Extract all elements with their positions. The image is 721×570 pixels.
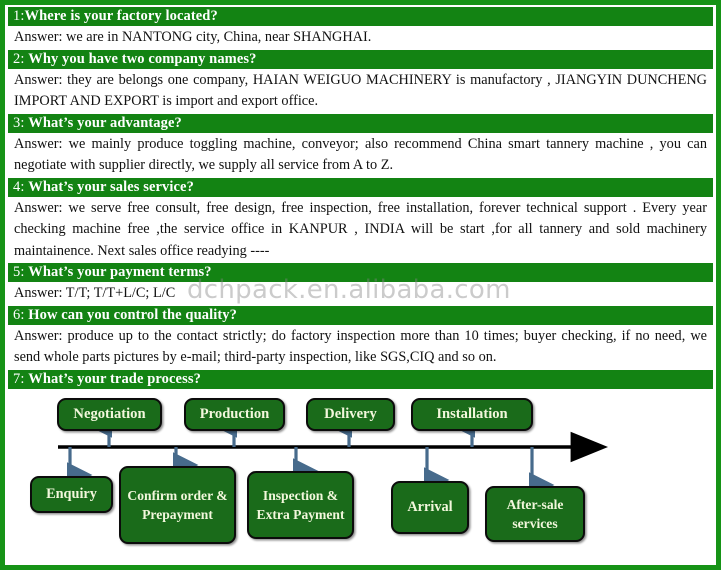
flow-box-arrival[interactable]: Arrival [391,480,469,534]
faq-question-number-4: 4: [13,178,25,195]
faq-answer-6: Answer: produce up to the contact strict… [8,324,713,370]
flow-box-installation[interactable]: Installation [411,397,533,431]
faq-answer-4: Answer: we serve free consult, free desi… [8,196,713,263]
flow-box-enquiry[interactable]: Enquiry [30,475,113,513]
faq-question-text-6: How can you control the quality? [28,306,237,323]
faq-item-2: 2: Why you have two company names? Answe… [8,49,713,114]
faq-question-bar-6: 6: How can you control the quality? [8,305,713,325]
faq-question-number-1: 1: [13,8,25,24]
faq-question-text-5: What’s your payment terms? [28,264,212,280]
faq-item-4: 4: What’s your sales service? Answer: we… [8,177,713,263]
faq-question-bar-1: 1:Where is your factory located? [8,7,713,26]
flow-box-confirm-order[interactable]: Confirm order & Prepayment [119,465,236,544]
faq-question-bar-2: 2: Why you have two company names? [8,49,713,69]
faq-question-text-3: What’s your advantage? [28,114,182,131]
faq-question-number-5: 5: [13,264,25,280]
faq-question-number-3: 3: [13,114,25,131]
faq-item-5: 5: What’s your payment terms? Answer: T/… [8,263,713,306]
faq-item-7: 7: What’s your trade process? [8,369,713,389]
faq-question-text-1: Where is your factory located? [24,8,218,24]
flow-box-negotiation[interactable]: Negotiation [57,397,162,431]
faq-question-number-2: 2: [13,50,25,67]
faq-question-text-4: What’s your sales service? [28,178,194,195]
trade-process-flowchart: Negotiation Production Delivery Installa… [8,388,713,565]
faq-question-text-2: Why you have two company names? [28,50,257,67]
flow-box-after-sale[interactable]: After-sale services [485,485,585,542]
faq-answer-5: Answer: T/T; T/T+L/C; L/C [8,282,713,306]
faq-item-3: 3: What’s your advantage? Answer: we mai… [8,113,713,178]
faq-answer-3: Answer: we mainly produce toggling machi… [8,132,713,178]
faq-question-number-7: 7: [13,370,25,387]
faq-question-bar-5: 5: What’s your payment terms? [8,263,713,282]
faq-item-1: 1:Where is your factory located? Answer:… [8,7,713,50]
faq-question-text-7: What’s your trade process? [28,370,201,387]
faq-question-bar-7: 7: What’s your trade process? [8,369,713,389]
faq-answer-2: Answer: they are belongs one company, HA… [8,68,713,114]
flow-box-production[interactable]: Production [184,397,285,431]
faq-banner: 1:Where is your factory located? Answer:… [0,0,721,570]
flow-box-inspection[interactable]: Inspection & Extra Payment [247,470,354,539]
faq-question-bar-4: 4: What’s your sales service? [8,177,713,197]
faq-content: 1:Where is your factory located? Answer:… [5,5,716,565]
faq-item-6: 6: How can you control the quality? Answ… [8,305,713,370]
flow-box-delivery[interactable]: Delivery [306,397,395,431]
faq-question-number-6: 6: [13,306,25,323]
faq-answer-1: Answer: we are in NANTONG city, China, n… [8,26,713,50]
faq-question-bar-3: 3: What’s your advantage? [8,113,713,133]
